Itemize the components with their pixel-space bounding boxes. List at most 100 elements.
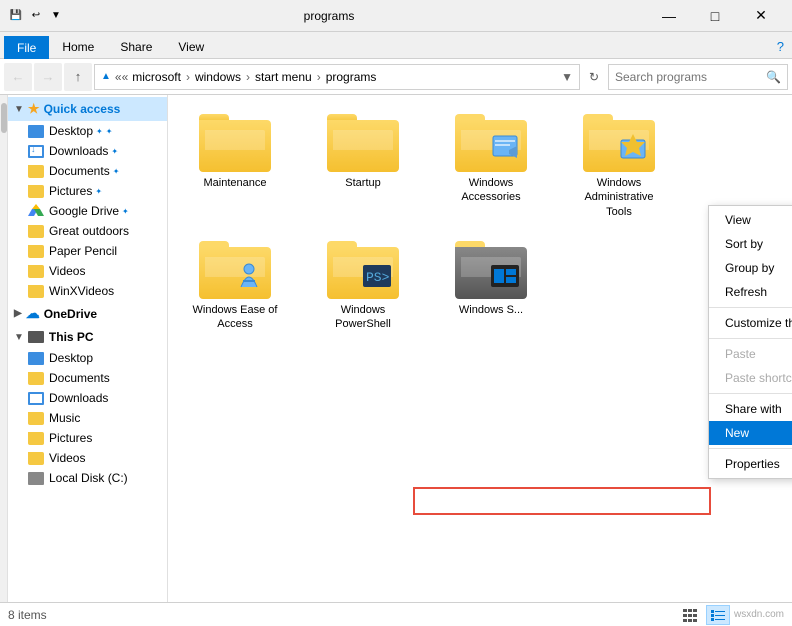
- sidebar-item-gdrive[interactable]: Google Drive ✦: [8, 201, 167, 221]
- pin-icon-3: ✦: [113, 167, 120, 176]
- close-button[interactable]: ✕: [738, 0, 784, 32]
- help-icon[interactable]: ?: [769, 35, 792, 58]
- sidebar-item-pc-videos[interactable]: Videos: [8, 448, 167, 468]
- list-view-button[interactable]: [678, 605, 702, 625]
- tab-home[interactable]: Home: [49, 35, 107, 58]
- folder-admin[interactable]: Windows Administrative Tools: [564, 107, 674, 226]
- ctx-sortby[interactable]: Sort by ►: [709, 232, 792, 256]
- tab-share[interactable]: Share: [107, 35, 165, 58]
- ctx-customize[interactable]: Customize this folder...: [709, 311, 792, 335]
- pc-music-label: Music: [49, 411, 80, 425]
- folder-windows-s-icon: [455, 241, 527, 299]
- crumb-startmenu[interactable]: start menu: [255, 70, 312, 84]
- sidebar-item-pc-music[interactable]: Music: [8, 408, 167, 428]
- sep-3: ›: [317, 70, 321, 84]
- pin-icon-5: ✦: [122, 207, 129, 216]
- folder-accessories[interactable]: Windows Accessories: [436, 107, 546, 226]
- onedrive-icon: ☁: [26, 305, 40, 322]
- sidebar-item-pc-pictures[interactable]: Pictures: [8, 428, 167, 448]
- context-menu: View ► Sort by ► Group by ► Refresh Cust…: [708, 205, 792, 479]
- ctx-new[interactable]: New ► Folder: [709, 421, 792, 445]
- ctx-properties[interactable]: Properties: [709, 452, 792, 476]
- ctx-properties-label: Properties: [725, 457, 780, 471]
- ctx-view[interactable]: View ►: [709, 208, 792, 232]
- tab-view[interactable]: View: [165, 35, 217, 58]
- folder-accessories-label: Windows Accessories: [443, 176, 539, 205]
- search-icon: 🔍: [766, 70, 781, 84]
- ctx-share-with[interactable]: Share with ► S Shared Folder Synchroniza…: [709, 397, 792, 421]
- crumb-programs[interactable]: programs: [326, 70, 377, 84]
- gdrive-icon: [28, 204, 44, 218]
- back-button[interactable]: ←: [4, 63, 32, 91]
- ctx-paste: Paste: [709, 342, 792, 366]
- window-title: programs: [12, 9, 646, 23]
- crumb-windows[interactable]: windows: [195, 70, 241, 84]
- folder-maintenance[interactable]: Maintenance: [180, 107, 290, 226]
- desktop-icon: [28, 125, 44, 138]
- ctx-customize-label: Customize this folder...: [725, 316, 792, 330]
- sidebar-item-winxvideos[interactable]: WinXVideos: [8, 281, 167, 301]
- sidebar-item-pc-desktop[interactable]: Desktop: [8, 348, 167, 368]
- sidebar-item-pc-downloads[interactable]: Downloads: [8, 388, 167, 408]
- onedrive-label: OneDrive: [44, 307, 97, 321]
- maximize-button[interactable]: □: [692, 0, 738, 32]
- scrollbar-thumb: [1, 103, 7, 133]
- up-button[interactable]: ↑: [64, 63, 92, 91]
- address-sep-1: ««: [115, 70, 128, 84]
- folder-powershell-label: Windows PowerShell: [315, 303, 411, 332]
- sidebar-item-pictures[interactable]: Pictures ✦: [8, 181, 167, 201]
- onedrive-section: ▶ ☁ OneDrive: [8, 301, 167, 326]
- folder-ease[interactable]: Windows Ease of Access: [180, 234, 290, 339]
- sidebar-item-desktop[interactable]: Desktop ✦: [8, 121, 167, 141]
- quick-access-label: Quick access: [44, 102, 121, 116]
- ctx-sep-2: [709, 338, 792, 339]
- address-dropdown-btn[interactable]: ▼: [561, 70, 573, 84]
- sidebar-item-outdoors[interactable]: Great outdoors: [8, 221, 167, 241]
- detail-view-button[interactable]: [706, 605, 730, 625]
- sidebar-thispc-header[interactable]: ▼ This PC: [8, 326, 167, 348]
- refresh-button[interactable]: ↻: [582, 65, 606, 89]
- folder-startup[interactable]: Startup: [308, 107, 418, 226]
- sidebar-item-paperpencil[interactable]: Paper Pencil: [8, 241, 167, 261]
- sidebar-onedrive-header[interactable]: ▶ ☁ OneDrive: [8, 301, 167, 326]
- ctx-refresh[interactable]: Refresh: [709, 280, 792, 304]
- sidebar-item-pc-localdisk[interactable]: Local Disk (C:): [8, 468, 167, 488]
- sidebar-item-winxvideos-label: WinXVideos: [49, 284, 114, 298]
- sidebar-item-pc-documents[interactable]: Documents: [8, 368, 167, 388]
- pc-downloads-label: Downloads: [49, 391, 108, 405]
- address-bar[interactable]: ▲ «« microsoft › windows › start menu › …: [94, 64, 580, 90]
- pc-localdisk-label: Local Disk (C:): [49, 471, 128, 485]
- file-grid: Maintenance Startup: [168, 95, 792, 350]
- folder-powershell[interactable]: PS> Windows PowerShell: [308, 234, 418, 339]
- folder-ease-icon: [199, 241, 271, 299]
- forward-button[interactable]: →: [34, 63, 62, 91]
- folder-maintenance-icon: [199, 114, 271, 172]
- sidebar-item-downloads[interactable]: ↓ Downloads ✦: [8, 141, 167, 161]
- sidebar-scrollbar[interactable]: [0, 95, 8, 602]
- sidebar-item-documents[interactable]: Documents ✦: [8, 161, 167, 181]
- sidebar-item-videos[interactable]: Videos: [8, 261, 167, 281]
- ctx-groupby-label: Group by: [725, 261, 774, 275]
- sidebar-item-documents-label: Documents: [49, 164, 110, 178]
- tab-file[interactable]: File: [4, 36, 49, 59]
- folder-windows-s[interactable]: Windows S...: [436, 234, 546, 339]
- crumb-microsoft[interactable]: microsoft: [132, 70, 181, 84]
- documents-icon: [28, 165, 44, 178]
- sidebar-quick-access-header[interactable]: ▼ ★ Quick access: [8, 97, 167, 121]
- ribbon: File Home Share View ?: [0, 32, 792, 59]
- search-input[interactable]: [615, 70, 766, 84]
- ctx-groupby[interactable]: Group by ►: [709, 256, 792, 280]
- folder-maintenance-label: Maintenance: [204, 176, 267, 190]
- thispc-section: ▼ This PC Desktop Documents Downloads Mu…: [8, 326, 167, 488]
- title-bar: 💾 ↩ ▼ programs — □ ✕: [0, 0, 792, 32]
- ribbon-tabs: File Home Share View ?: [0, 32, 792, 58]
- ctx-sortby-label: Sort by: [725, 237, 763, 251]
- folder-startup-label: Startup: [345, 176, 380, 190]
- minimize-button[interactable]: —: [646, 0, 692, 32]
- ctx-sep-4: [709, 448, 792, 449]
- pictures-icon: [28, 185, 44, 198]
- ctx-paste-shortcut-label: Paste shortcut: [725, 371, 792, 385]
- pc-documents-label: Documents: [49, 371, 110, 385]
- ctx-view-label: View: [725, 213, 751, 227]
- pin-icon: ✦: [96, 127, 103, 136]
